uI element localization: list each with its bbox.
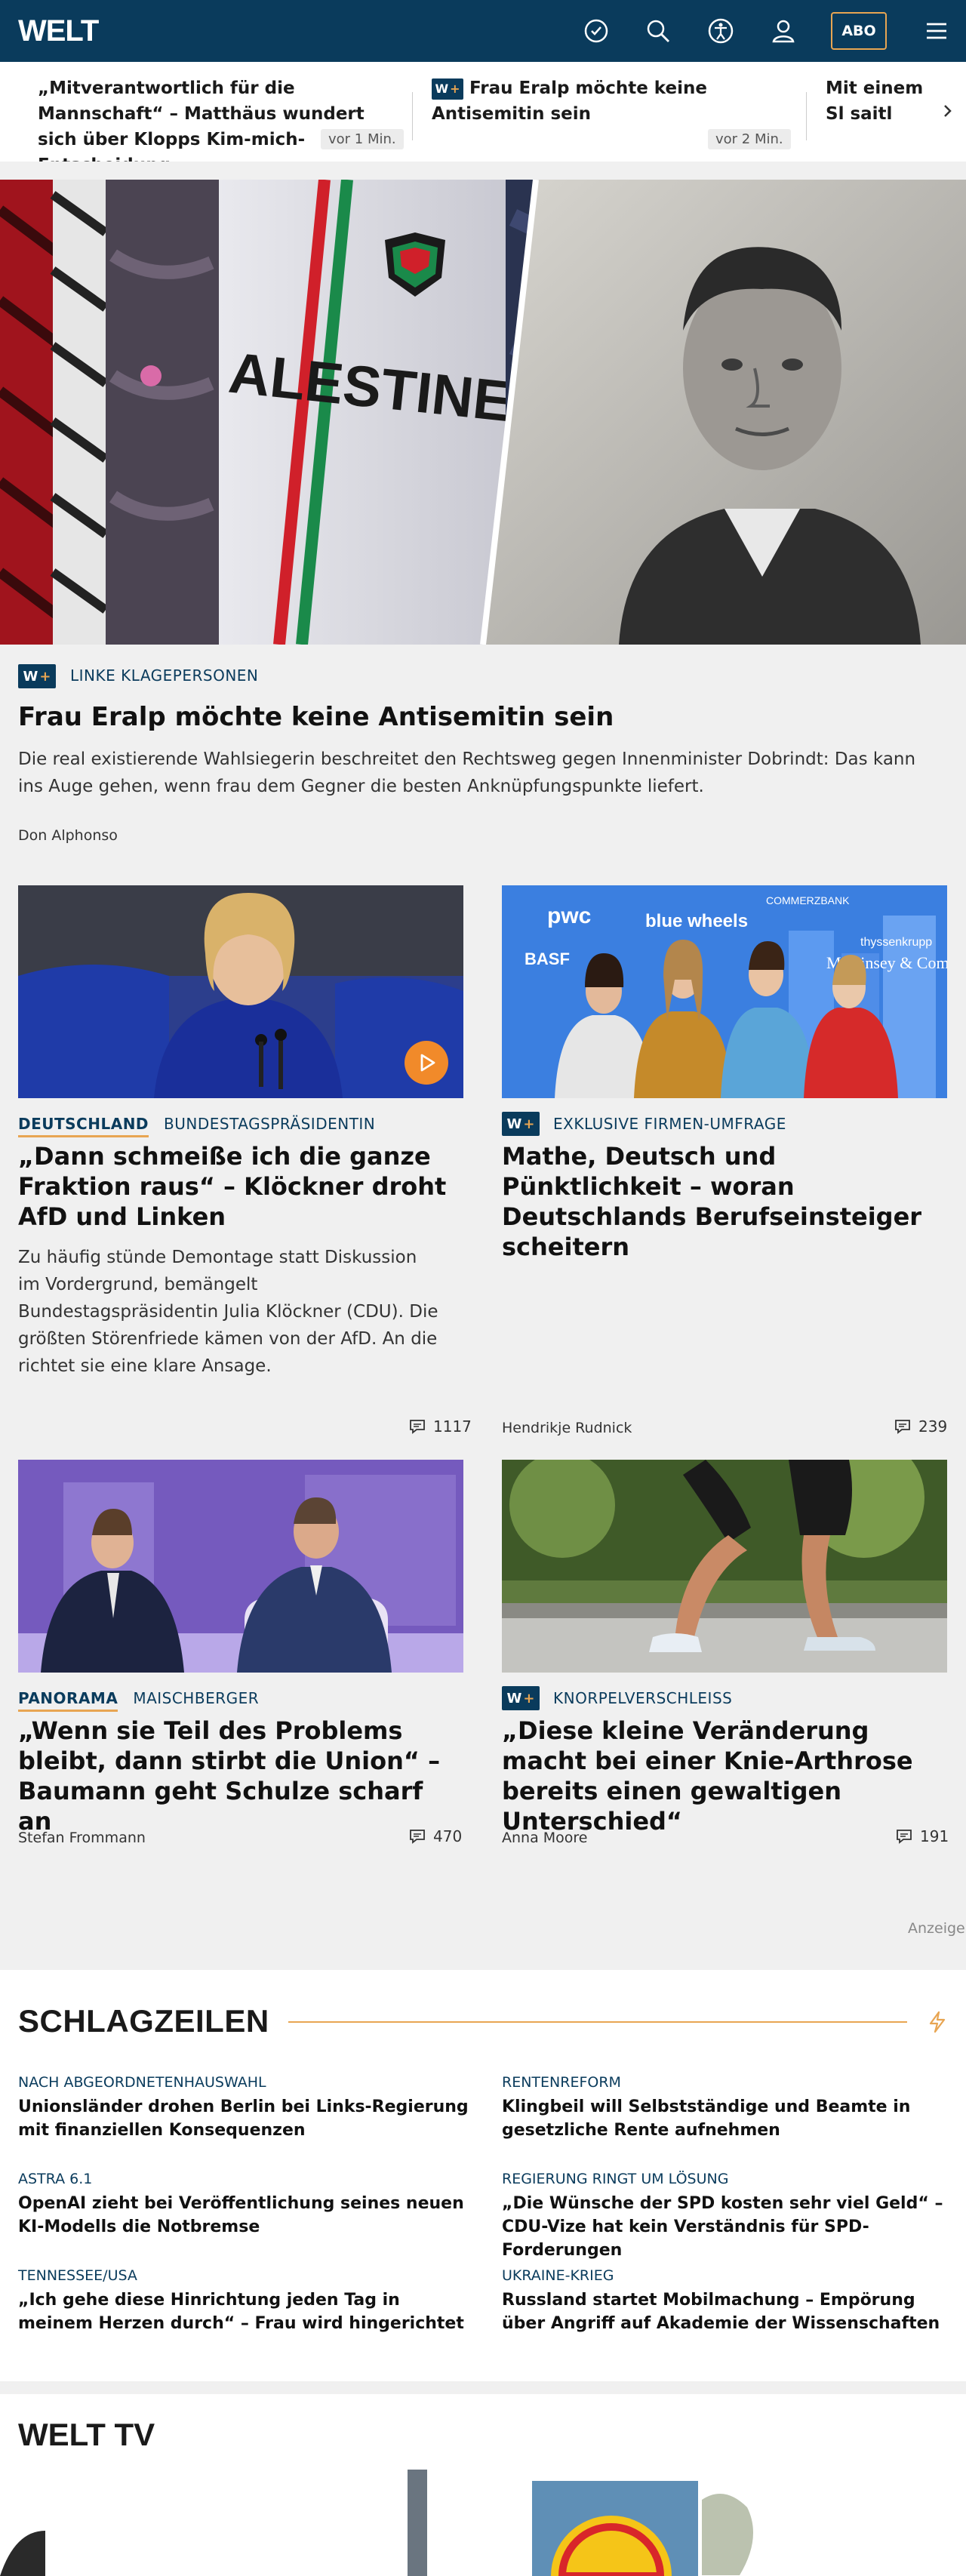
hero-author[interactable]: Don Alphonso: [18, 827, 118, 844]
menu-icon[interactable]: [922, 17, 951, 45]
card-kicker: DEUTSCHLAND BUNDESTAGSPRÄSIDENTIN: [18, 1115, 376, 1137]
comment-count[interactable]: 470: [409, 1827, 462, 1845]
card-headline[interactable]: „Diese kleine Veränderung macht bei eine…: [502, 1716, 955, 1836]
headline-link[interactable]: OpenAI zieht bei Veröffentlichung seines…: [18, 2192, 478, 2239]
chevron-right-icon[interactable]: [936, 100, 958, 122]
top-navigation-bar: WELT ABO: [0, 0, 966, 62]
abo-button[interactable]: ABO: [831, 12, 887, 50]
user-icon[interactable]: [769, 17, 798, 45]
premium-badge: W +: [432, 78, 463, 100]
ticker-headline: Frau Eralp möchte keine Antisemitin sein: [432, 78, 707, 124]
card-teaser: Zu häufig stünde Demontage statt Diskuss…: [18, 1248, 438, 1376]
comment-count-value: 239: [918, 1417, 948, 1436]
headline-kicker: NACH ABGEORDNETENHAUSWAHL: [18, 2074, 266, 2091]
logo-bluewheels: blue wheels: [645, 911, 748, 931]
comment-count-value: 1117: [433, 1417, 472, 1436]
premium-badge: W +: [18, 664, 56, 688]
accessibility-icon[interactable]: [706, 17, 735, 45]
card-author[interactable]: Anna Moore: [502, 1830, 588, 1846]
headline-link[interactable]: Russland startet Mobilmachung – Empörung…: [502, 2288, 962, 2335]
section-divider: [288, 2021, 907, 2023]
kicker-label: BUNDESTAGSPRÄSIDENTIN: [164, 1115, 376, 1133]
card-author[interactable]: Stefan Frommann: [18, 1830, 146, 1846]
article-image[interactable]: [502, 1460, 947, 1673]
hero-teaser: Die real existierende Wahlsiegerin besch…: [18, 749, 916, 796]
headline-kicker: REGIERUNG RINGT UM LÖSUNG: [502, 2171, 729, 2187]
logo-pwc: pwc: [547, 903, 591, 928]
card-kicker: EXKLUSIVE FIRMEN-UMFRAGE: [553, 1115, 786, 1133]
headline-kicker: UKRAINE-KRIEG: [502, 2267, 614, 2284]
comment-count[interactable]: 191: [896, 1827, 949, 1845]
headline-kicker: TENNESSEE/USA: [18, 2267, 137, 2284]
play-video-icon[interactable]: [405, 1041, 448, 1085]
card-author[interactable]: Hendrikje Rudnick: [502, 1420, 632, 1436]
comment-icon: [895, 1420, 910, 1434]
article-image[interactable]: [18, 1460, 463, 1673]
section-title: SCHLAGZEILEN: [18, 2003, 269, 2039]
hero-headline[interactable]: Frau Eralp möchte keine Antisemitin sein: [18, 700, 924, 734]
ticker-headline: „Mitverantwortlich für die Mannschaft“ –…: [38, 78, 365, 162]
comment-icon: [410, 1420, 425, 1434]
card-headline[interactable]: Mathe, Deutsch und Pünktlichkeit – woran…: [502, 1141, 947, 1262]
news-ticker: „Mitverantwortlich für die Mannschaft“ –…: [0, 62, 966, 162]
comment-count[interactable]: 1117: [409, 1417, 472, 1436]
ticker-headline: Mit einem Sl saitl seinen g: [826, 78, 924, 124]
comment-icon: [897, 1830, 912, 1844]
hero-kicker: LINKE KLAGEPERSONEN: [70, 666, 259, 685]
kicker-label: MAISCHBERGER: [133, 1689, 260, 1707]
hero-image[interactable]: ALESTINE: [0, 180, 966, 645]
card-kicker: KNORPELVERSCHLEISS: [553, 1689, 733, 1707]
headline-kicker: ASTRA 6.1: [18, 2171, 93, 2187]
video-thumbnail[interactable]: [0, 2470, 966, 2576]
article-image[interactable]: pwc blue wheels COMMERZBANK thyssenkrupp…: [502, 885, 947, 1098]
ticker-divider: [806, 92, 807, 140]
ticker-divider: [412, 92, 413, 140]
lightning-icon: [927, 2011, 948, 2033]
schlagzeilen-section: SCHLAGZEILEN NACH ABGEORDNETENHAUSWAHL U…: [0, 1970, 966, 2381]
ticker-item[interactable]: W + Frau Eralp möchte keine Antisemitin s…: [432, 75, 794, 127]
headline-link[interactable]: Klingbeil will Selbstständige und Beamte…: [502, 2095, 962, 2142]
card-kicker: PANORAMA MAISCHBERGER: [18, 1689, 260, 1712]
clock-icon[interactable]: [582, 17, 611, 45]
logo-commerzbank: COMMERZBANK: [766, 894, 850, 906]
ticker-item[interactable]: Mit einem Sl saitl seinen g: [826, 75, 939, 128]
ticker-time: vor 2 Min.: [708, 129, 791, 149]
premium-badge: W +: [502, 1686, 540, 1710]
comment-icon: [410, 1830, 425, 1844]
headline-kicker: RENTENREFORM: [502, 2074, 621, 2091]
search-icon[interactable]: [644, 17, 672, 45]
headline-link[interactable]: „Ich gehe diese Hinrichtung jeden Tag in…: [18, 2288, 478, 2335]
section-label[interactable]: DEUTSCHLAND: [18, 1115, 149, 1137]
welt-logo[interactable]: WELT: [18, 16, 99, 46]
headline-link[interactable]: Unionsländer drohen Berlin bei Links-Reg…: [18, 2095, 478, 2142]
section-title: WELT TV: [18, 2417, 155, 2452]
welt-tv-section: WELT TV: [0, 2394, 966, 2576]
headline-link[interactable]: „Die Wünsche der SPD kosten sehr viel Ge…: [502, 2192, 962, 2262]
card-headline[interactable]: „Wenn sie Teil des Problems bleibt, dann…: [18, 1716, 463, 1836]
comment-count[interactable]: 239: [894, 1417, 947, 1436]
ad-label: Anzeige: [908, 1920, 965, 1937]
comment-count-value: 191: [920, 1827, 949, 1845]
logo-basf: BASF: [525, 949, 570, 968]
logo-thyssenkrupp: thyssenkrupp: [860, 936, 932, 949]
card-headline[interactable]: „Dann schmeiße ich die ganze Fraktion ra…: [18, 1141, 463, 1232]
comment-count-value: 470: [433, 1827, 463, 1845]
premium-badge: W +: [502, 1112, 540, 1136]
section-label[interactable]: PANORAMA: [18, 1689, 118, 1712]
article-image[interactable]: [18, 885, 463, 1098]
ticker-time: vor 1 Min.: [321, 129, 404, 149]
